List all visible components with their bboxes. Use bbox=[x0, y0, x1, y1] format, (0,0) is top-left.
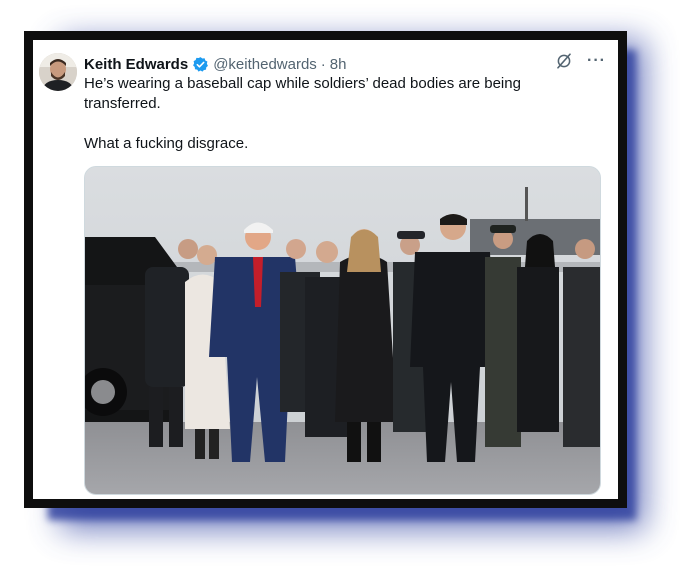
tweet-timestamp[interactable]: 8h bbox=[330, 56, 347, 73]
author-handle[interactable]: @keithedwards bbox=[213, 56, 317, 73]
verified-badge-icon bbox=[192, 56, 209, 73]
tweet-text-line: He’s wearing a baseball cap while soldie… bbox=[84, 75, 521, 112]
grok-icon[interactable] bbox=[555, 52, 573, 70]
separator-dot: · bbox=[320, 55, 326, 73]
more-icon[interactable]: ··· bbox=[587, 53, 606, 69]
tweet-media-photo[interactable] bbox=[84, 166, 601, 495]
photo-scene bbox=[85, 167, 600, 494]
header-actions: ··· bbox=[555, 52, 606, 70]
tweet-text-line: What a fucking disgrace. bbox=[84, 135, 249, 152]
avatar[interactable] bbox=[39, 53, 77, 91]
tweet-card[interactable]: Keith Edwards @keithedwards · 8h ··· He’… bbox=[33, 40, 618, 499]
tweet-header: Keith Edwards @keithedwards · 8h bbox=[84, 53, 608, 75]
tweet-text: He’s wearing a baseball cap while soldie… bbox=[84, 74, 584, 154]
people-group bbox=[145, 214, 600, 462]
author-display-name[interactable]: Keith Edwards bbox=[84, 56, 188, 73]
